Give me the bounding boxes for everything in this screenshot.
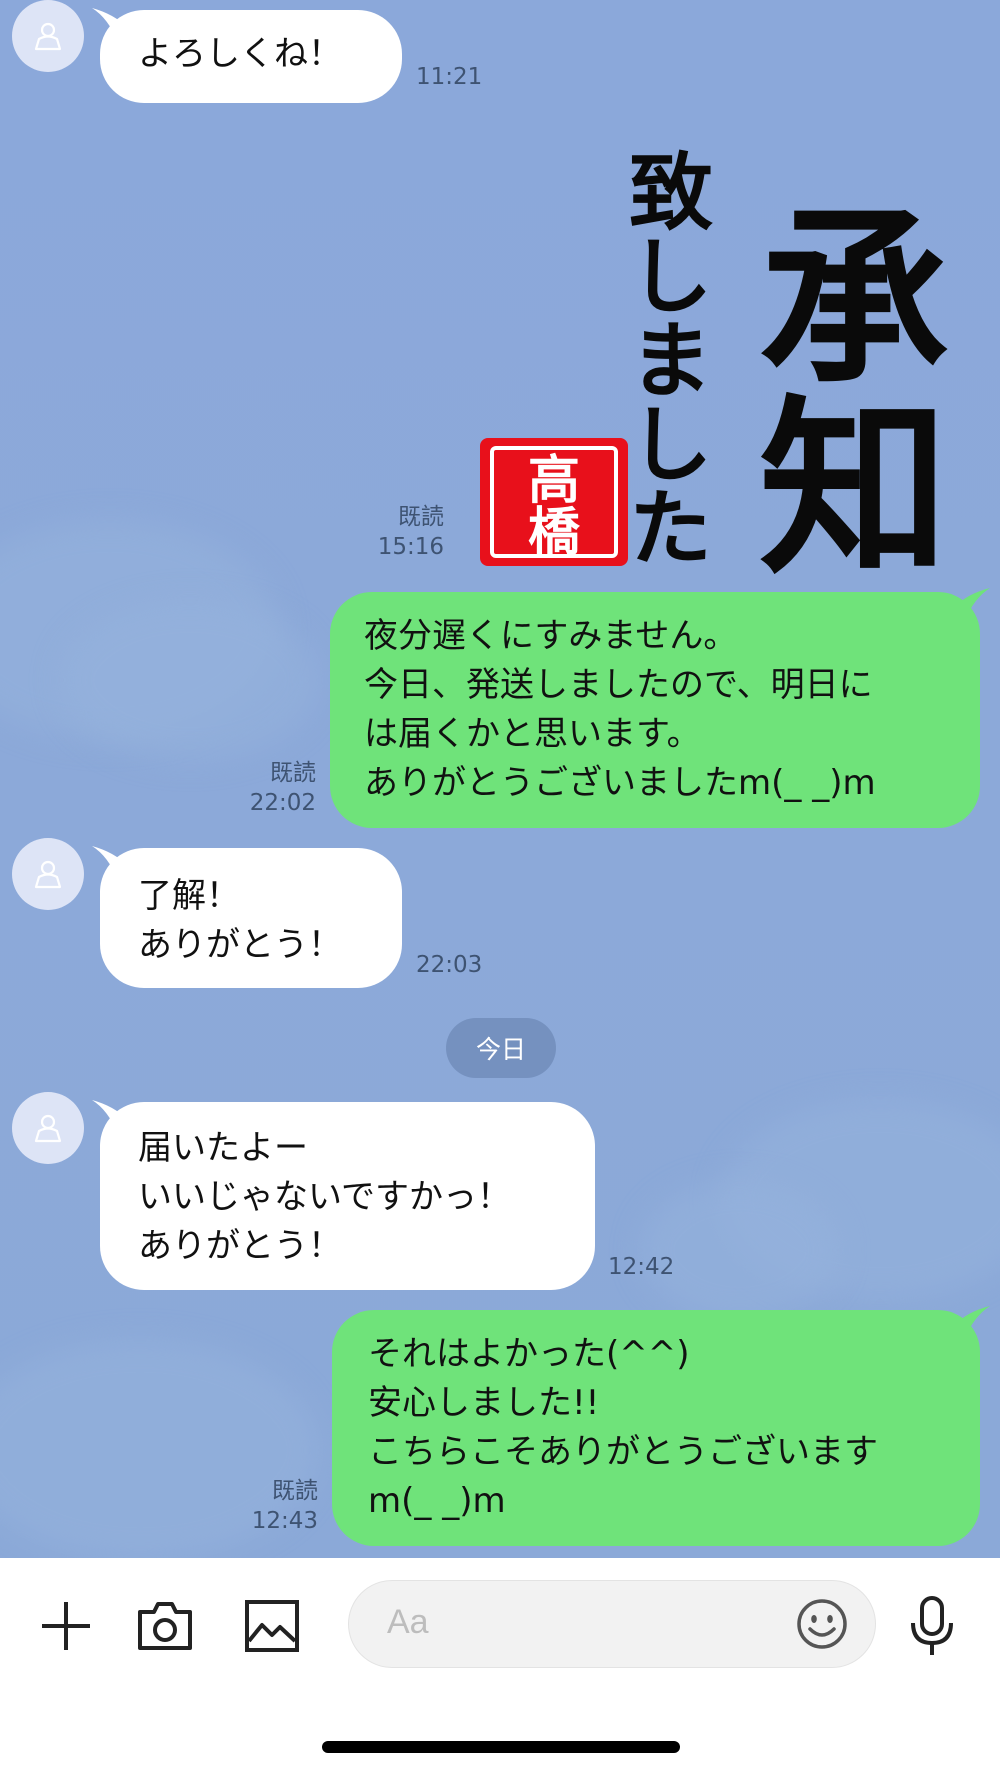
svg-text:橋: 橋 bbox=[528, 502, 581, 563]
message-text: 夜分遅くにすみません。 bbox=[364, 616, 738, 656]
camera-icon bbox=[138, 1602, 192, 1650]
message-text: m(_ _)m bbox=[368, 1481, 506, 1521]
microphone-button[interactable] bbox=[904, 1594, 960, 1658]
message-bubble-incoming[interactable]: 了解！ ありがとう！ bbox=[92, 846, 402, 988]
home-indicator[interactable] bbox=[322, 1741, 680, 1753]
date-separator: 今日 bbox=[446, 1018, 556, 1078]
message-text: 安心しました!! bbox=[368, 1383, 600, 1423]
emoji-icon bbox=[797, 1599, 847, 1649]
add-button[interactable] bbox=[36, 1596, 96, 1656]
camera-button[interactable] bbox=[134, 1596, 196, 1656]
read-receipt: 既読 bbox=[270, 760, 316, 786]
message-input-bar: Aa bbox=[0, 1558, 1000, 1775]
message-text: ありがとうございましたm(_ _)m bbox=[364, 763, 876, 803]
emoji-button[interactable] bbox=[795, 1597, 849, 1651]
message-text: いいじゃないですかっ！ bbox=[138, 1177, 511, 1217]
bubble-tail bbox=[92, 8, 128, 42]
message-bubble-outgoing[interactable]: それはよかった(^^) 安心しました!! こちらこそありがとうございます m(_… bbox=[332, 1306, 990, 1546]
message-text: よろしくね！ bbox=[138, 34, 342, 74]
avatar[interactable] bbox=[12, 0, 84, 72]
input-placeholder: Aa bbox=[387, 1603, 429, 1641]
read-receipt: 既読 bbox=[398, 504, 444, 530]
message-time: 22:02 bbox=[249, 790, 316, 816]
microphone-icon bbox=[911, 1596, 953, 1655]
sticker-text-main: 承知 bbox=[727, 198, 950, 578]
message-text: 届いたよー bbox=[138, 1128, 308, 1168]
message-text: は届くかと思います。 bbox=[364, 714, 701, 754]
message-text: 了解！ bbox=[138, 876, 240, 916]
default-avatar-icon bbox=[34, 1114, 62, 1143]
message-bubble-incoming[interactable]: 届いたよー いいじゃないですかっ！ ありがとう！ bbox=[92, 1100, 595, 1290]
bubble-tail bbox=[954, 588, 990, 622]
message-time: 12:42 bbox=[608, 1254, 675, 1280]
message-text: こちらこそありがとうございます bbox=[368, 1432, 878, 1472]
seal-stamp: 高 橋 bbox=[480, 438, 628, 566]
avatar[interactable] bbox=[12, 838, 84, 910]
bubble-tail bbox=[92, 846, 128, 880]
add-icon bbox=[42, 1602, 90, 1650]
sticker-text-sub: 致しました bbox=[616, 148, 715, 568]
message-bubble-incoming[interactable]: よろしくね！ bbox=[92, 8, 402, 103]
chat-area[interactable]: よろしくね！ 11:21 承知 致しました 高 橋 既読 15:16 夜分遅くに… bbox=[0, 0, 1000, 1558]
message-time: 15:16 bbox=[377, 534, 444, 560]
message-time: 12:43 bbox=[251, 1508, 318, 1534]
message-time: 22:03 bbox=[416, 952, 483, 978]
default-avatar-icon bbox=[34, 22, 62, 51]
message-text: ありがとう！ bbox=[138, 1226, 342, 1266]
message-text: ありがとう！ bbox=[138, 925, 342, 965]
message-time: 11:21 bbox=[416, 64, 483, 90]
default-avatar-icon bbox=[34, 860, 62, 889]
read-receipt: 既読 bbox=[272, 1478, 318, 1504]
avatar[interactable] bbox=[12, 1092, 84, 1164]
bubble-tail bbox=[954, 1306, 990, 1340]
message-bubble-outgoing[interactable]: 夜分遅くにすみません。 今日、発送しましたので、明日に は届くかと思います。 あ… bbox=[330, 588, 990, 828]
image-icon bbox=[245, 1600, 299, 1652]
bubble-tail bbox=[92, 1100, 128, 1134]
image-button[interactable] bbox=[242, 1596, 302, 1656]
message-text: それはよかった(^^) bbox=[368, 1334, 690, 1374]
message-text: 今日、発送しましたので、明日に bbox=[364, 665, 873, 705]
sticker-message[interactable]: 承知 致しました 高 橋 bbox=[480, 118, 960, 578]
message-input[interactable]: Aa bbox=[348, 1580, 876, 1668]
